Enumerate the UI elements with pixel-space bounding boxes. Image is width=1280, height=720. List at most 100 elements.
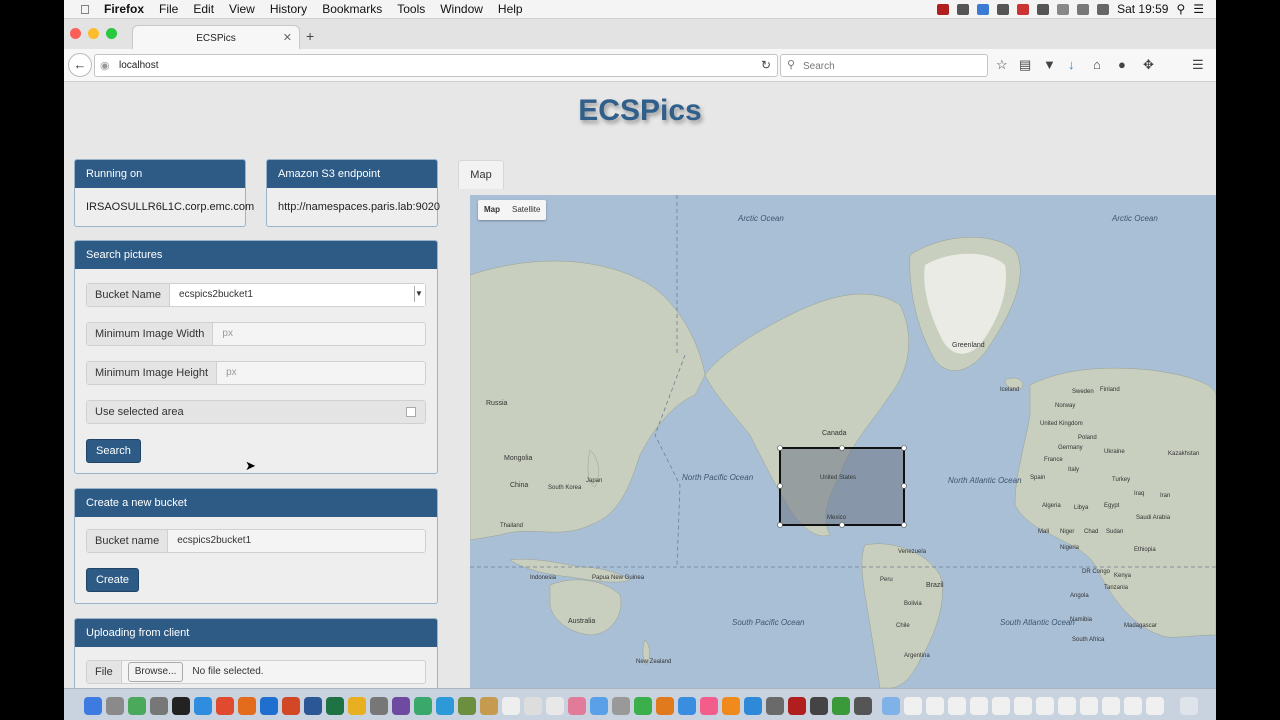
chevron-down-icon[interactable]: ▼	[414, 286, 423, 302]
dock-app-icon[interactable]	[678, 697, 696, 715]
search-input[interactable]: ⚲ Search	[780, 54, 988, 77]
min-width-field[interactable]: Minimum Image Width px	[86, 322, 426, 346]
airplay-icon[interactable]	[1057, 3, 1070, 15]
downloads-icon[interactable]: ↓	[1068, 57, 1075, 72]
dock-window-icon[interactable]	[904, 697, 922, 715]
use-selected-area-checkbox[interactable]	[406, 407, 416, 417]
menu-bookmarks[interactable]: Bookmarks	[322, 2, 382, 16]
dock-window-icon[interactable]	[1124, 697, 1142, 715]
tray-app-icon[interactable]	[1037, 3, 1050, 15]
hamburger-menu-icon[interactable]: ☰	[1192, 57, 1204, 73]
clock[interactable]: Sat 19:59	[1117, 2, 1168, 16]
firefox-icon[interactable]	[238, 697, 256, 715]
dock-window-icon[interactable]	[1014, 697, 1032, 715]
menu-tools[interactable]: Tools	[397, 2, 425, 16]
menu-window[interactable]: Window	[440, 2, 483, 16]
menu-help[interactable]: Help	[498, 2, 523, 16]
tray-app-icon[interactable]	[1017, 3, 1030, 15]
battery-icon[interactable]	[1097, 3, 1110, 15]
dock-app-icon[interactable]	[370, 697, 388, 715]
dock-window-icon[interactable]	[992, 697, 1010, 715]
dock-app-icon[interactable]	[810, 697, 828, 715]
app-store-icon[interactable]	[744, 697, 762, 715]
safari-icon[interactable]	[194, 697, 212, 715]
selection-handle[interactable]	[777, 522, 783, 528]
min-height-field[interactable]: Minimum Image Height px	[86, 361, 426, 385]
calendar-icon[interactable]	[546, 697, 564, 715]
close-tab-icon[interactable]: ✕	[283, 31, 292, 44]
apple-icon[interactable]: 	[80, 2, 94, 17]
system-preferences-icon[interactable]	[766, 697, 784, 715]
finder-icon[interactable]	[84, 697, 102, 715]
dock-app-icon[interactable]	[480, 697, 498, 715]
dock-app-icon[interactable]	[458, 697, 476, 715]
minimize-window-button[interactable]	[88, 28, 99, 39]
excel-icon[interactable]	[326, 697, 344, 715]
menu-edit[interactable]: Edit	[193, 2, 214, 16]
selection-handle[interactable]	[777, 445, 783, 451]
menu-file[interactable]: File	[159, 2, 178, 16]
selected-area-rectangle[interactable]	[779, 447, 905, 526]
dock-window-icon[interactable]	[926, 697, 944, 715]
close-window-button[interactable]	[70, 28, 81, 39]
browse-button[interactable]: Browse...	[127, 662, 184, 682]
wifi-icon[interactable]	[1077, 3, 1090, 15]
dock-app-icon[interactable]	[788, 697, 806, 715]
dock-window-icon[interactable]	[948, 697, 966, 715]
dock-app-icon[interactable]	[502, 697, 520, 715]
new-bucket-field[interactable]: Bucket name ecspics2bucket1	[86, 529, 426, 553]
selection-handle[interactable]	[839, 522, 845, 528]
numbers-icon[interactable]	[634, 697, 652, 715]
photos-icon[interactable]	[568, 697, 586, 715]
dock-window-icon[interactable]	[1058, 697, 1076, 715]
bucket-name-select[interactable]: Bucket Name ecspics2bucket1 ▼	[86, 283, 426, 307]
trash-icon[interactable]	[1180, 697, 1198, 715]
bookmarks-library-icon[interactable]: ▤	[1019, 57, 1031, 73]
pocket-icon[interactable]: ▼	[1043, 57, 1056, 72]
dock-app-icon[interactable]	[832, 697, 850, 715]
dock-window-icon[interactable]	[1146, 697, 1164, 715]
dock-window-icon[interactable]	[1080, 697, 1098, 715]
selection-handle[interactable]	[901, 483, 907, 489]
dock-app-icon[interactable]	[854, 697, 872, 715]
selection-handle[interactable]	[901, 522, 907, 528]
word-icon[interactable]	[304, 697, 322, 715]
itunes-icon[interactable]	[700, 697, 718, 715]
tray-app-icon[interactable]	[997, 3, 1010, 15]
chat-icon[interactable]: ●	[1118, 57, 1126, 72]
bookmark-star-icon[interactable]: ☆	[996, 57, 1008, 73]
github-icon[interactable]	[392, 697, 410, 715]
menu-view[interactable]: View	[229, 2, 255, 16]
powerpoint-icon[interactable]	[282, 697, 300, 715]
home-icon[interactable]: ⌂	[1093, 57, 1101, 72]
tray-app-icon[interactable]	[937, 3, 950, 15]
zoom-window-button[interactable]	[106, 28, 117, 39]
dock-app-icon[interactable]	[436, 697, 454, 715]
outlook-icon[interactable]	[260, 697, 278, 715]
world-map[interactable]: Arctic Ocean Arctic Ocean Greenland Russ…	[470, 195, 1216, 688]
dock-app-icon[interactable]	[612, 697, 630, 715]
pages-icon[interactable]	[656, 697, 674, 715]
launchpad-icon[interactable]	[106, 697, 124, 715]
dock-window-icon[interactable]	[1036, 697, 1054, 715]
folder-icon[interactable]	[882, 697, 900, 715]
messages-icon[interactable]	[590, 697, 608, 715]
selection-handle[interactable]	[839, 445, 845, 451]
tray-app-icon[interactable]	[977, 3, 990, 15]
min-height-input[interactable]: px	[217, 362, 425, 384]
new-tab-button[interactable]: +	[306, 28, 314, 44]
menu-history[interactable]: History	[270, 2, 307, 16]
browser-tab[interactable]: ECSPics ✕	[132, 25, 300, 50]
address-bar[interactable]: ◉ localhost ↻	[94, 54, 778, 77]
extension-icon[interactable]: ✥	[1143, 57, 1154, 73]
file-field[interactable]: File Browse... No file selected.	[86, 660, 426, 684]
selection-handle[interactable]	[901, 445, 907, 451]
dock-window-icon[interactable]	[970, 697, 988, 715]
new-bucket-input[interactable]: ecspics2bucket1	[168, 530, 425, 552]
create-button[interactable]: Create	[86, 568, 140, 592]
dock-app-icon[interactable]	[348, 697, 366, 715]
dock-app-icon[interactable]	[414, 697, 432, 715]
back-button[interactable]: ←	[68, 53, 92, 77]
evernote-icon[interactable]	[957, 3, 970, 15]
map-type-map-button[interactable]: Map	[478, 200, 506, 220]
